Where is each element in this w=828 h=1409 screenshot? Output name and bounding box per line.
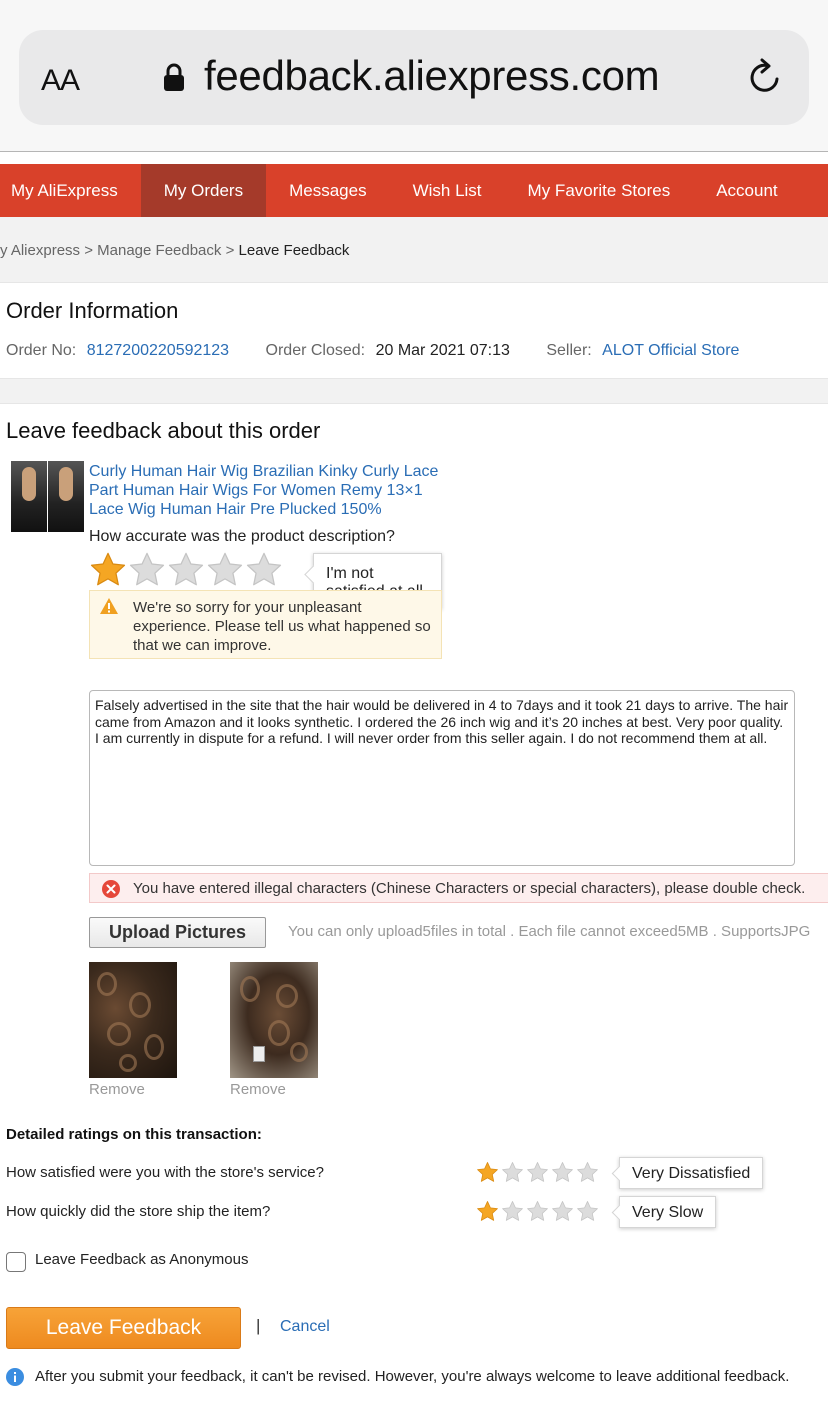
address-bar[interactable]: AA feedback.aliexpress.com (19, 30, 809, 125)
star-empty-icon[interactable] (526, 1200, 549, 1223)
uploaded-picture-2[interactable] (230, 962, 318, 1078)
star-empty-icon[interactable] (501, 1161, 524, 1184)
nav-favorite-stores[interactable]: My Favorite Stores (505, 164, 694, 217)
submit-notice: After you submit your feedback, it can't… (35, 1368, 790, 1385)
breadcrumb-bar: y Aliexpress > Manage Feedback > Leave F… (0, 217, 828, 283)
order-closed-label: Order Closed: (265, 342, 366, 359)
star-empty-icon[interactable] (128, 551, 166, 589)
order-info-row: Order No: 8127200220592123 Order Closed:… (6, 342, 739, 360)
service-rating-stars (476, 1161, 601, 1184)
description-question: How accurate was the product description… (89, 528, 395, 545)
shipping-rating-question: How quickly did the store ship the item? (6, 1203, 271, 1220)
detailed-ratings-title: Detailed ratings on this transaction: (6, 1126, 262, 1143)
anonymous-label[interactable]: Leave Feedback as Anonymous (35, 1251, 248, 1268)
breadcrumb-manage-feedback[interactable]: Manage Feedback (97, 242, 221, 259)
breadcrumb-separator: > (80, 242, 98, 259)
product-title-link[interactable]: Curly Human Hair Wig Brazilian Kinky Cur… (89, 462, 449, 519)
uploaded-picture-1[interactable] (89, 962, 177, 1078)
star-empty-icon[interactable] (576, 1161, 599, 1184)
nav-my-aliexpress[interactable]: My AliExpress (0, 164, 141, 217)
order-info-title: Order Information (6, 298, 179, 323)
seller-link[interactable]: ALOT Official Store (602, 342, 739, 359)
nav-wish-list[interactable]: Wish List (390, 164, 505, 217)
product-thumbnail-front[interactable] (11, 461, 47, 532)
nav-messages[interactable]: Messages (266, 164, 389, 217)
star-filled-icon[interactable] (89, 551, 127, 589)
main-nav: My AliExpress My Orders Messages Wish Li… (0, 164, 828, 217)
upload-pictures-button[interactable]: Upload Pictures (89, 917, 266, 948)
breadcrumb-separator: > (221, 242, 239, 259)
warning-icon (100, 598, 118, 614)
star-empty-icon[interactable] (551, 1161, 574, 1184)
text-size-button[interactable]: AA (41, 64, 80, 98)
star-empty-icon[interactable] (551, 1200, 574, 1223)
section-divider (0, 378, 828, 404)
breadcrumb-my-aliexpress[interactable]: y Aliexpress (0, 242, 80, 259)
warning-text: We're so sorry for your unpleasant exper… (133, 599, 431, 654)
remove-picture-2-link[interactable]: Remove (230, 1081, 286, 1098)
anonymous-checkbox[interactable] (6, 1252, 26, 1272)
warning-message: We're so sorry for your unpleasant exper… (89, 590, 442, 659)
breadcrumb-current: Leave Feedback (238, 242, 350, 259)
star-empty-icon[interactable] (576, 1200, 599, 1223)
service-rating-question: How satisfied were you with the store's … (6, 1164, 324, 1181)
breadcrumb: y Aliexpress > Manage Feedback > Leave F… (0, 242, 349, 259)
reload-icon[interactable] (747, 58, 783, 96)
star-filled-icon[interactable] (476, 1200, 499, 1223)
action-separator: | (256, 1316, 261, 1335)
order-no-link[interactable]: 8127200220592123 (87, 342, 229, 359)
shipping-rating-tooltip: Very Slow (619, 1196, 717, 1228)
error-text: You have entered illegal characters (Chi… (133, 880, 806, 897)
order-no-label: Order No: (6, 342, 77, 359)
star-empty-icon[interactable] (167, 551, 205, 589)
shipping-rating-stars (476, 1200, 601, 1223)
error-icon (102, 880, 120, 898)
description-rating-stars (89, 551, 284, 589)
error-message: You have entered illegal characters (Chi… (89, 873, 828, 903)
seller-label: Seller: (546, 342, 592, 359)
browser-toolbar: AA feedback.aliexpress.com (0, 0, 828, 152)
feedback-title: Leave feedback about this order (6, 418, 321, 443)
nav-account[interactable]: Account (693, 164, 800, 217)
star-empty-icon[interactable] (206, 551, 244, 589)
star-empty-icon[interactable] (245, 551, 283, 589)
service-rating-tooltip: Very Dissatisfied (619, 1157, 764, 1189)
leave-feedback-button[interactable]: Leave Feedback (6, 1307, 241, 1349)
info-icon (6, 1368, 24, 1386)
cancel-link[interactable]: Cancel (280, 1318, 330, 1336)
star-empty-icon[interactable] (501, 1200, 524, 1223)
remove-picture-1-link[interactable]: Remove (89, 1081, 145, 1098)
url-text[interactable]: feedback.aliexpress.com (204, 52, 660, 100)
order-closed-value: 20 Mar 2021 07:13 (375, 342, 510, 359)
star-empty-icon[interactable] (526, 1161, 549, 1184)
upload-hint: You can only upload5files in total . Eac… (288, 923, 811, 940)
nav-my-orders[interactable]: My Orders (140, 164, 267, 217)
feedback-textarea[interactable] (89, 690, 795, 866)
product-thumbnail-back[interactable] (48, 461, 84, 532)
lock-icon (164, 63, 184, 91)
star-filled-icon[interactable] (476, 1161, 499, 1184)
